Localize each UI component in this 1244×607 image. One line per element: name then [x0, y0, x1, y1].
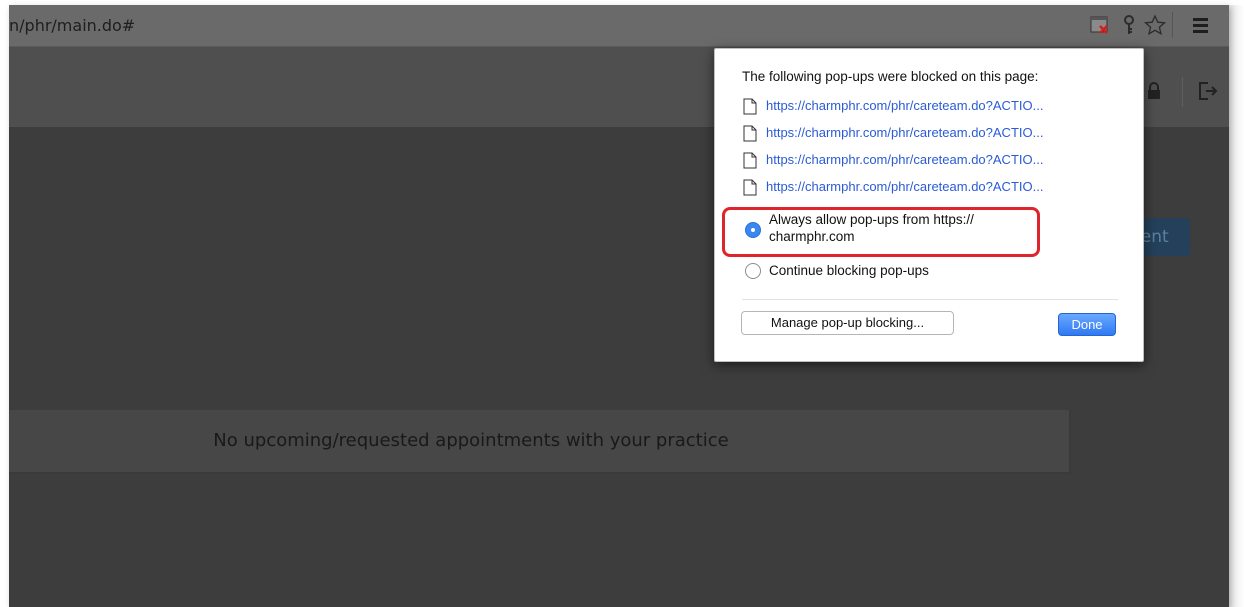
star-icon[interactable]	[1143, 14, 1167, 36]
popup-blocked-dialog: The following pop-ups were blocked on th…	[714, 48, 1144, 362]
document-icon	[743, 125, 757, 142]
address-bar: n/phr/main.do#	[9, 5, 1229, 47]
header-separator	[1182, 77, 1183, 107]
document-icon	[743, 179, 757, 196]
manage-popup-blocking-button[interactable]: Manage pop-up blocking...	[741, 311, 954, 335]
blocked-popup-link[interactable]: https://charmphr.com/phr/careteam.do?ACT…	[766, 125, 1043, 140]
popup-blocked-icon[interactable]	[1089, 14, 1111, 36]
blocked-popup-link[interactable]: https://charmphr.com/phr/careteam.do?ACT…	[766, 152, 1043, 167]
allow-popups-label[interactable]: Always allow pop-ups from https:// charm…	[769, 211, 974, 245]
continue-blocking-radio[interactable]	[745, 263, 761, 279]
window-edge-shadow	[1229, 5, 1244, 607]
blocked-popup-link-row: https://charmphr.com/phr/careteam.do?ACT…	[743, 122, 1133, 144]
popup-dialog-title: The following pop-ups were blocked on th…	[742, 69, 1039, 84]
key-icon[interactable]	[1118, 14, 1140, 36]
blocked-popup-link-row: https://charmphr.com/phr/careteam.do?ACT…	[743, 149, 1133, 171]
blocked-popup-link-row: https://charmphr.com/phr/careteam.do?ACT…	[743, 95, 1133, 117]
blocked-popup-link[interactable]: https://charmphr.com/phr/careteam.do?ACT…	[766, 179, 1043, 194]
blocked-popup-link-row: https://charmphr.com/phr/careteam.do?ACT…	[743, 176, 1133, 198]
document-icon	[743, 98, 757, 115]
logout-icon[interactable]	[1197, 80, 1218, 102]
lock-icon[interactable]	[1144, 80, 1164, 102]
done-button[interactable]: Done	[1058, 313, 1116, 336]
menu-icon[interactable]	[1191, 14, 1213, 36]
allow-popups-label-line1: Always allow pop-ups from https://	[769, 212, 974, 227]
toolbar-separator	[1172, 12, 1173, 38]
document-icon	[743, 152, 757, 169]
appointments-empty-message: No upcoming/requested appointments with …	[213, 430, 729, 451]
allow-popups-label-line2: charmphr.com	[769, 229, 855, 244]
browser-window: n/phr/main.do# nent No upcoming/requeste…	[9, 5, 1229, 607]
dialog-divider	[742, 299, 1118, 300]
allow-popups-radio[interactable]	[745, 222, 761, 238]
continue-blocking-label[interactable]: Continue blocking pop-ups	[769, 262, 929, 279]
appointments-card: No upcoming/requested appointments with …	[9, 410, 1071, 474]
url-text[interactable]: n/phr/main.do#	[9, 16, 135, 35]
blocked-popup-link[interactable]: https://charmphr.com/phr/careteam.do?ACT…	[766, 98, 1043, 113]
